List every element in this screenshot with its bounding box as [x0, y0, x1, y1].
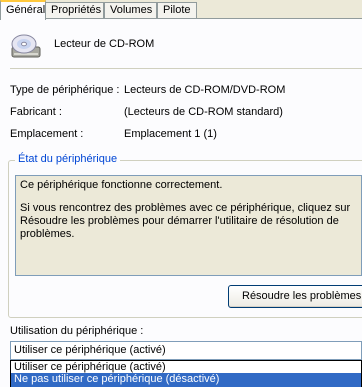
location-value: Emplacement 1 (1): [124, 128, 217, 140]
manufacturer-label: Fabricant :: [10, 106, 62, 118]
device-type-label: Type de périphérique :: [10, 84, 120, 96]
tab-strip: Général Propriétés Volumes Pilote: [0, 0, 362, 20]
usage-option-enable[interactable]: Utiliser ce périphérique (activé): [11, 361, 361, 373]
device-name: Lecteur de CD-ROM: [54, 38, 155, 50]
tab-properties[interactable]: Propriétés: [45, 2, 104, 18]
troubleshoot-button[interactable]: Résoudre les problèmes...: [228, 285, 362, 308]
device-type-value: Lecteurs de CD-ROM/DVD-ROM: [124, 84, 286, 96]
device-usage-select[interactable]: Utiliser ce périphérique (activé): [10, 341, 362, 360]
status-help-text: Si vous rencontrez des problèmes avec ce…: [20, 202, 351, 240]
usage-option-disable[interactable]: Ne pas utiliser ce périphérique (désacti…: [11, 373, 361, 387]
manufacturer-value: (Lecteurs de CD-ROM standard): [124, 106, 283, 118]
device-status-text[interactable]: Ce périphérique fonctionne correctement.…: [15, 175, 362, 276]
tab-driver[interactable]: Pilote: [157, 2, 197, 18]
device-usage-label: Utilisation du périphérique :: [10, 325, 144, 337]
device-usage-dropdown-list: Utiliser ce périphérique (activé) Ne pas…: [10, 360, 362, 387]
tab-general[interactable]: Général: [0, 0, 46, 20]
divider: [10, 68, 362, 69]
cd-drive-icon: [11, 34, 41, 58]
status-line: Ce périphérique fonctionne correctement.: [20, 179, 223, 191]
device-status-title: État du périphérique: [15, 153, 121, 165]
tab-volumes[interactable]: Volumes: [104, 2, 157, 18]
location-label: Emplacement :: [10, 128, 84, 140]
